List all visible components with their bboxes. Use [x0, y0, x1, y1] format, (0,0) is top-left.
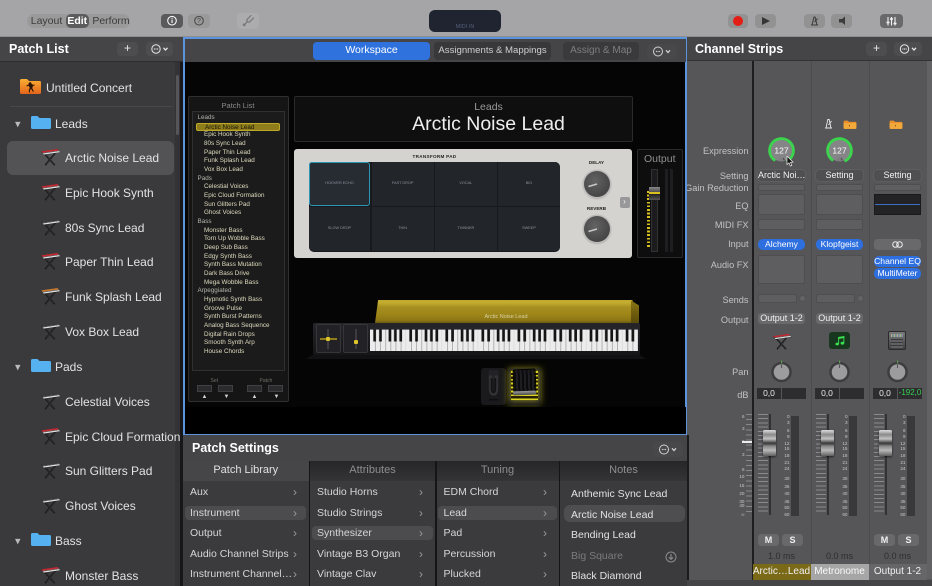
- svg-text:127: 127: [832, 146, 846, 156]
- svg-text:127: 127: [774, 146, 788, 156]
- svg-text:?: ?: [197, 18, 201, 25]
